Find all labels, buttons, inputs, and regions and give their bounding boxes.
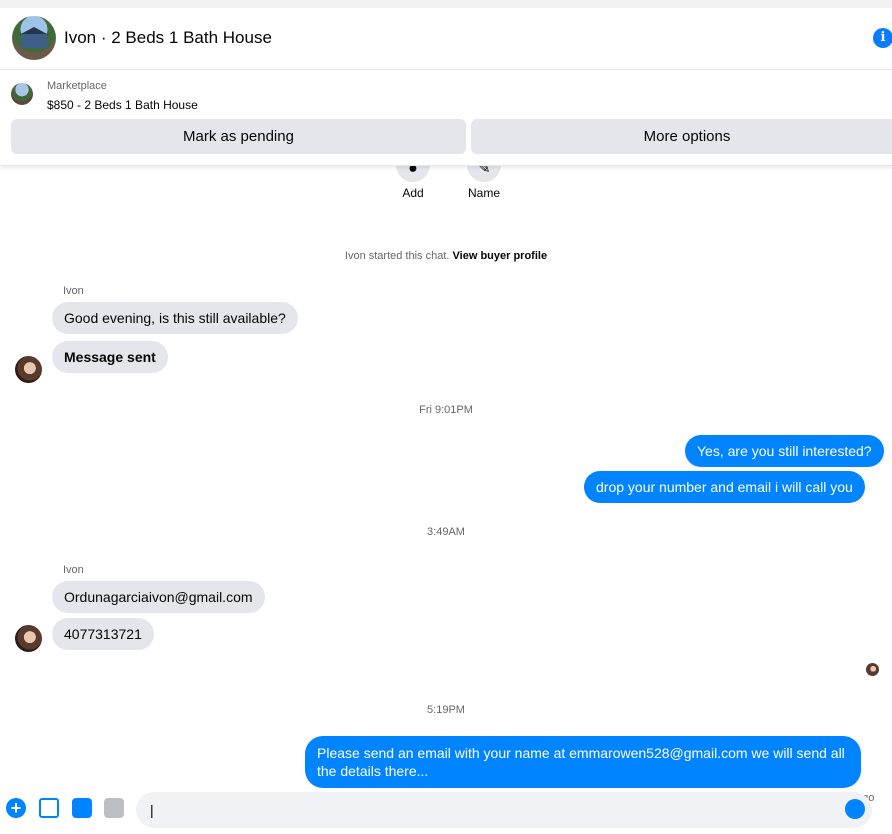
outgoing-message[interactable]: drop your number and email i will call y… xyxy=(584,471,865,503)
info-icon[interactable]: i xyxy=(873,28,892,48)
conversation-title[interactable]: Ivon · 2 Beds 1 Bath House xyxy=(64,28,272,48)
buyer-avatar[interactable] xyxy=(15,356,42,383)
mark-as-pending-button[interactable]: Mark as pending xyxy=(11,119,466,154)
listing-title[interactable]: $850 - 2 Beds 1 Bath House xyxy=(47,98,198,112)
chat-started-text: Ivon started this chat. xyxy=(344,250,450,262)
more-options-button[interactable]: More options xyxy=(471,119,892,154)
outgoing-message[interactable]: Please send an email with your name at e… xyxy=(305,736,861,788)
incoming-message[interactable]: Message sent xyxy=(52,341,168,373)
timestamp: 3:49AM xyxy=(427,526,465,538)
seen-indicator-avatar xyxy=(866,663,879,676)
sticker-icon[interactable] xyxy=(72,798,92,818)
view-buyer-profile-link[interactable]: View buyer profile xyxy=(453,250,548,262)
sender-name: Ivon xyxy=(63,564,84,576)
add-label: Add xyxy=(402,186,424,200)
listing-thumbnail[interactable] xyxy=(11,83,33,105)
marketplace-label: Marketplace xyxy=(47,80,107,92)
composer-bar: + xyxy=(0,790,892,834)
timestamp: Fri 9:01PM xyxy=(419,404,473,416)
chat-started-notice: Ivon started this chat. View buyer profi… xyxy=(0,250,892,262)
gif-icon[interactable] xyxy=(104,798,124,818)
incoming-message[interactable]: Ordunagarciaivon@gmail.com xyxy=(52,581,265,613)
message-input[interactable] xyxy=(136,792,872,828)
incoming-message[interactable]: Good evening, is this still available? xyxy=(52,302,298,334)
marketplace-bar: Marketplace $850 - 2 Beds 1 Bath House M… xyxy=(0,71,892,166)
timestamp: 5:19PM xyxy=(427,704,465,716)
incoming-message[interactable]: 4077313721 xyxy=(52,618,154,650)
buyer-avatar[interactable] xyxy=(15,625,42,652)
chat-area: ● Add ✎ Name Ivon started this chat. Vie… xyxy=(0,148,892,804)
house-image xyxy=(21,34,47,48)
name-label: Name xyxy=(467,186,500,200)
photo-icon[interactable] xyxy=(39,798,59,818)
outgoing-message[interactable]: Yes, are you still interested? xyxy=(685,435,884,467)
emoji-icon[interactable] xyxy=(845,799,865,819)
plus-icon[interactable]: + xyxy=(6,798,26,818)
conversation-header: Ivon · 2 Beds 1 Bath House i xyxy=(0,8,892,70)
top-strip xyxy=(0,0,892,8)
conversation-avatar[interactable] xyxy=(12,16,56,60)
sender-name: Ivon xyxy=(63,285,84,297)
